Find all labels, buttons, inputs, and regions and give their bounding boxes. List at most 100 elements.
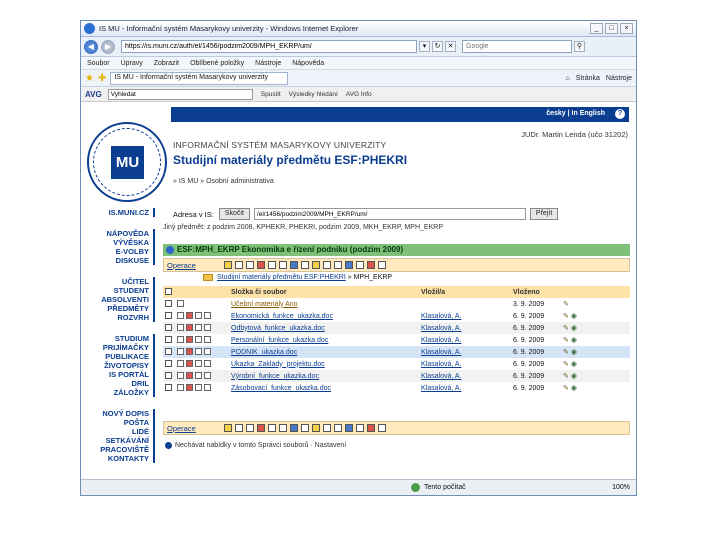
dropdown-icon[interactable]: ▾: [419, 41, 430, 52]
menu-favorites[interactable]: Oblíbené položky: [190, 60, 244, 67]
delete-file-icon[interactable]: [186, 372, 193, 380]
pin-icon[interactable]: ✎: [563, 313, 569, 320]
edit-icon[interactable]: [177, 372, 184, 380]
table-row[interactable]: Personální_funkce_ukazka.doc Klasalová, A…: [163, 334, 630, 346]
eye-icon[interactable]: ◉: [571, 325, 577, 332]
eye-icon[interactable]: ◉: [571, 373, 577, 380]
language-links[interactable]: česky | In English: [546, 110, 605, 117]
file-name[interactable]: PODNIK_ukazka.doc: [229, 346, 419, 358]
edit-icon[interactable]: [177, 348, 184, 356]
table-row-parent[interactable]: Učební materiály Ano 3. 9. 2009 ✎: [163, 298, 630, 310]
favorites-star-icon[interactable]: ★: [85, 73, 94, 84]
flag-icon[interactable]: [366, 261, 375, 269]
is-address-input[interactable]: [253, 208, 526, 220]
sidebar-item-schedule[interactable]: ROZVRH: [81, 313, 149, 322]
menu-view[interactable]: Zobrazit: [154, 60, 179, 67]
close-button[interactable]: ×: [620, 23, 633, 34]
archive-icon[interactable]: [322, 261, 331, 269]
table-row[interactable]: Odbytová_funkce_ukazka.doc Klasalová, A. 6…: [163, 322, 630, 334]
delete-icon[interactable]: [256, 261, 265, 269]
download-icon[interactable]: [204, 312, 211, 320]
row-checkbox[interactable]: [163, 370, 175, 382]
copy-icon[interactable]: [267, 424, 276, 432]
parent-folder-name[interactable]: Učební materiály Ano: [229, 298, 419, 310]
search-icon[interactable]: ⚲: [574, 41, 585, 52]
menu-edit[interactable]: Úpravy: [121, 60, 143, 67]
pin-icon[interactable]: ✎: [563, 337, 569, 344]
file-info-icon[interactable]: [195, 312, 202, 320]
file-name[interactable]: Výrobní_funkce_ukazka.doc: [229, 370, 419, 382]
sidebar-item-graduates[interactable]: ABSOLVENTI: [81, 295, 149, 304]
file-info-icon[interactable]: [195, 348, 202, 356]
print-icon[interactable]: [333, 261, 342, 269]
edit-icon[interactable]: [177, 312, 184, 320]
sidebar-item-contacts[interactable]: KONTAKTY: [81, 454, 149, 463]
menu-tools[interactable]: Nástroje: [255, 60, 281, 67]
avg-info-button[interactable]: AVG Info: [346, 91, 372, 98]
zoom-level[interactable]: 100%: [612, 484, 630, 491]
file-info-icon[interactable]: [195, 324, 202, 332]
edit-icon[interactable]: [177, 300, 184, 308]
minimize-button[interactable]: _: [590, 23, 603, 34]
download-icon[interactable]: [204, 384, 211, 392]
operations-menu[interactable]: Operace: [167, 261, 196, 270]
pin-icon[interactable]: ✎: [563, 325, 569, 332]
sidebar-item-discussion[interactable]: DISKUSE: [81, 256, 149, 265]
file-info-icon[interactable]: [195, 372, 202, 380]
user-name[interactable]: JUDr. Martin Lenda (učo 31202): [521, 130, 628, 139]
edit-icon[interactable]: [177, 360, 184, 368]
edit-icon[interactable]: [177, 324, 184, 332]
pin-icon[interactable]: ✎: [563, 385, 569, 392]
lock-icon[interactable]: [311, 261, 320, 269]
file-info-icon[interactable]: [195, 336, 202, 344]
search-files-icon[interactable]: [344, 261, 353, 269]
sidebar-item-departments[interactable]: PRACOVIŠTĚ: [81, 445, 149, 454]
delete-file-icon[interactable]: [186, 348, 193, 356]
jump-button[interactable]: Skočit: [218, 208, 250, 220]
sidebar-item-publications[interactable]: PUBLIKACE: [81, 352, 149, 361]
sidebar-item-bookmarks[interactable]: ZÁLOŽKY: [81, 388, 149, 397]
column-header-date[interactable]: Vloženo: [511, 286, 561, 298]
pin-icon[interactable]: ✎: [563, 349, 569, 356]
operations-menu-bottom[interactable]: Operace: [167, 424, 196, 433]
pin-icon[interactable]: ✎: [563, 301, 569, 308]
view-icon[interactable]: [355, 424, 364, 432]
delete-file-icon[interactable]: [186, 360, 193, 368]
tools-menu[interactable]: Nástroje: [606, 75, 632, 82]
eye-icon[interactable]: ◉: [571, 313, 577, 320]
properties-icon[interactable]: [300, 424, 309, 432]
sidebar-item-teacher[interactable]: UČITEL: [81, 277, 149, 286]
sidebar-item-new-letter[interactable]: NOVÝ DOPIS: [81, 409, 149, 418]
sidebar-item-e-elections[interactable]: E-VOLBY: [81, 247, 149, 256]
pin-icon[interactable]: ✎: [563, 361, 569, 368]
table-row[interactable]: Ukazka_Zaklady_projektu.doc Klasalová, A.…: [163, 358, 630, 370]
back-arrow-icon[interactable]: ◀: [84, 39, 98, 54]
delete-file-icon[interactable]: [186, 336, 193, 344]
move-icon[interactable]: [278, 261, 287, 269]
copy-icon[interactable]: [267, 261, 276, 269]
file-owner-link[interactable]: Klasalová, A.: [421, 337, 461, 344]
delete-file-icon[interactable]: [186, 324, 193, 332]
file-info-icon[interactable]: [195, 384, 202, 392]
view-icon[interactable]: [355, 261, 364, 269]
avg-run-button[interactable]: Spustit: [261, 91, 281, 98]
download-icon[interactable]: [204, 336, 211, 344]
file-name[interactable]: Personální_funkce_ukazka.doc: [229, 334, 419, 346]
page-menu[interactable]: Stránka: [576, 75, 600, 82]
url-input[interactable]: [121, 40, 417, 53]
forward-arrow-icon[interactable]: ▶: [101, 39, 115, 54]
download-icon[interactable]: [204, 324, 211, 332]
sidebar-item-study[interactable]: STUDIUM: [81, 334, 149, 343]
file-name[interactable]: Ekonomická_funkce_ukazka.doc: [229, 310, 419, 322]
avg-search-input[interactable]: [107, 88, 253, 100]
delete-icon[interactable]: [256, 424, 265, 432]
file-info-icon[interactable]: [195, 360, 202, 368]
new-folder-icon[interactable]: [223, 424, 232, 432]
sidebar-item-people[interactable]: LIDÉ: [81, 427, 149, 436]
file-owner-link[interactable]: Klasalová, A.: [421, 349, 461, 356]
file-owner-link[interactable]: Klasalová, A.: [421, 313, 461, 320]
file-owner-link[interactable]: Klasalová, A.: [421, 373, 461, 380]
new-file-icon[interactable]: [234, 424, 243, 432]
sidebar-item-meetings[interactable]: SETKÁVÁNÍ: [81, 436, 149, 445]
row-checkbox[interactable]: [163, 310, 175, 322]
